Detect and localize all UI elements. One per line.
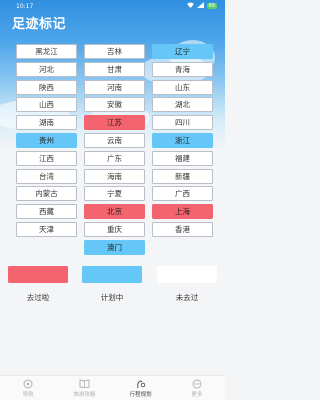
province-button[interactable]: 辽宁 bbox=[152, 44, 213, 59]
status-time: 10:17 bbox=[16, 2, 34, 10]
province-button[interactable]: 天津 bbox=[16, 221, 77, 237]
plan-icon bbox=[135, 379, 147, 389]
guide-icon bbox=[78, 379, 90, 389]
province-row: 澳门 bbox=[16, 239, 216, 255]
legend-label: 去过啦 bbox=[26, 293, 50, 302]
province-button[interactable]: 新疆 bbox=[152, 168, 213, 184]
province-row: 台湾 海南 新疆 bbox=[16, 168, 216, 184]
province-row: 山西 安徽 湖北 bbox=[16, 97, 216, 113]
tab-more[interactable]: 更多 bbox=[169, 376, 225, 400]
province-button[interactable]: 江西 bbox=[16, 150, 77, 166]
navigation-icon bbox=[22, 379, 34, 389]
province-button[interactable]: 香港 bbox=[152, 221, 213, 237]
province-row: 内蒙古 宁夏 广西 bbox=[16, 186, 216, 202]
more-icon bbox=[191, 379, 203, 389]
province-row: 黑龙江 吉林 辽宁 bbox=[16, 44, 216, 59]
province-row: 西藏 北京 上海 bbox=[16, 204, 216, 220]
province-button[interactable]: 浙江 bbox=[152, 132, 213, 148]
province-button[interactable]: 山东 bbox=[152, 79, 213, 95]
legend-swatch-planned bbox=[82, 266, 142, 283]
legend-swatch-none bbox=[157, 266, 217, 283]
province-button[interactable]: 湖南 bbox=[16, 115, 77, 131]
province-button[interactable]: 四川 bbox=[152, 115, 213, 131]
province-row: 河北 甘肃 青海 bbox=[16, 61, 216, 77]
legend-label: 未去过 bbox=[175, 293, 199, 302]
province-button[interactable]: 湖北 bbox=[152, 97, 213, 113]
province-button[interactable]: 内蒙古 bbox=[16, 186, 77, 202]
province-button[interactable]: 江苏 bbox=[84, 115, 145, 131]
province-button[interactable]: 云南 bbox=[84, 132, 145, 148]
legend-swatch-visited bbox=[8, 266, 68, 283]
tab-label: 行程规划 bbox=[129, 391, 152, 398]
province-button[interactable]: 甘肃 bbox=[84, 61, 145, 77]
province-row: 天津 重庆 香港 bbox=[16, 221, 216, 237]
province-row: 江西 广东 福建 bbox=[16, 150, 216, 166]
status-icons: 89 bbox=[186, 2, 217, 10]
province-button[interactable]: 福建 bbox=[152, 150, 213, 166]
tab-bar: 导航 旅游攻略 行程规划 更多 bbox=[0, 375, 225, 400]
province-button[interactable]: 河南 bbox=[84, 79, 145, 95]
province-row: 湖南 江苏 四川 bbox=[16, 115, 216, 131]
status-bar: 10:17 89 bbox=[0, 0, 225, 12]
tab-label: 旅游攻略 bbox=[73, 391, 96, 398]
province-button[interactable]: 黑龙江 bbox=[16, 44, 77, 59]
province-row: 贵州 云南 浙江 bbox=[16, 132, 216, 148]
signal-icon bbox=[196, 2, 204, 10]
province-button[interactable]: 澳门 bbox=[84, 239, 145, 255]
province-button[interactable]: 河北 bbox=[16, 61, 77, 77]
province-button[interactable]: 青海 bbox=[152, 61, 213, 77]
tab-label: 导航 bbox=[22, 391, 34, 398]
province-button[interactable]: 宁夏 bbox=[84, 186, 145, 202]
province-button[interactable]: 广西 bbox=[152, 186, 213, 202]
province-button[interactable]: 贵州 bbox=[16, 132, 77, 148]
province-button[interactable]: 台湾 bbox=[16, 168, 77, 184]
province-button[interactable]: 北京 bbox=[84, 204, 145, 220]
province-button[interactable]: 山西 bbox=[16, 97, 77, 113]
province-button[interactable]: 上海 bbox=[152, 204, 213, 220]
province-button[interactable]: 重庆 bbox=[84, 221, 145, 237]
province-button[interactable]: 吉林 bbox=[84, 44, 145, 59]
battery-icon: 89 bbox=[206, 3, 217, 9]
wifi-icon bbox=[186, 2, 194, 10]
province-button[interactable]: 西藏 bbox=[16, 204, 77, 220]
tab-navigation[interactable]: 导航 bbox=[0, 376, 56, 400]
legend-label: 计划中 bbox=[100, 293, 124, 302]
province-button[interactable]: 广东 bbox=[84, 150, 145, 166]
province-grid: 黑龙江 吉林 辽宁 河北 甘肃 青海 陕西 河南 山东 山西 安徽 湖北 湖南 江苏 四川 贵州 云南 浙江 江西广… bbox=[16, 44, 216, 258]
province-button[interactable]: 海南 bbox=[84, 168, 145, 184]
tab-label: 更多 bbox=[191, 391, 203, 398]
province-button[interactable]: 陕西 bbox=[16, 79, 77, 95]
page-title: 足迹标记 bbox=[12, 17, 67, 32]
province-row: 陕西 河南 山东 bbox=[16, 79, 216, 95]
tab-guide[interactable]: 旅游攻略 bbox=[56, 376, 112, 400]
tab-plan[interactable]: 行程规划 bbox=[113, 376, 169, 400]
province-button[interactable]: 安徽 bbox=[84, 97, 145, 113]
